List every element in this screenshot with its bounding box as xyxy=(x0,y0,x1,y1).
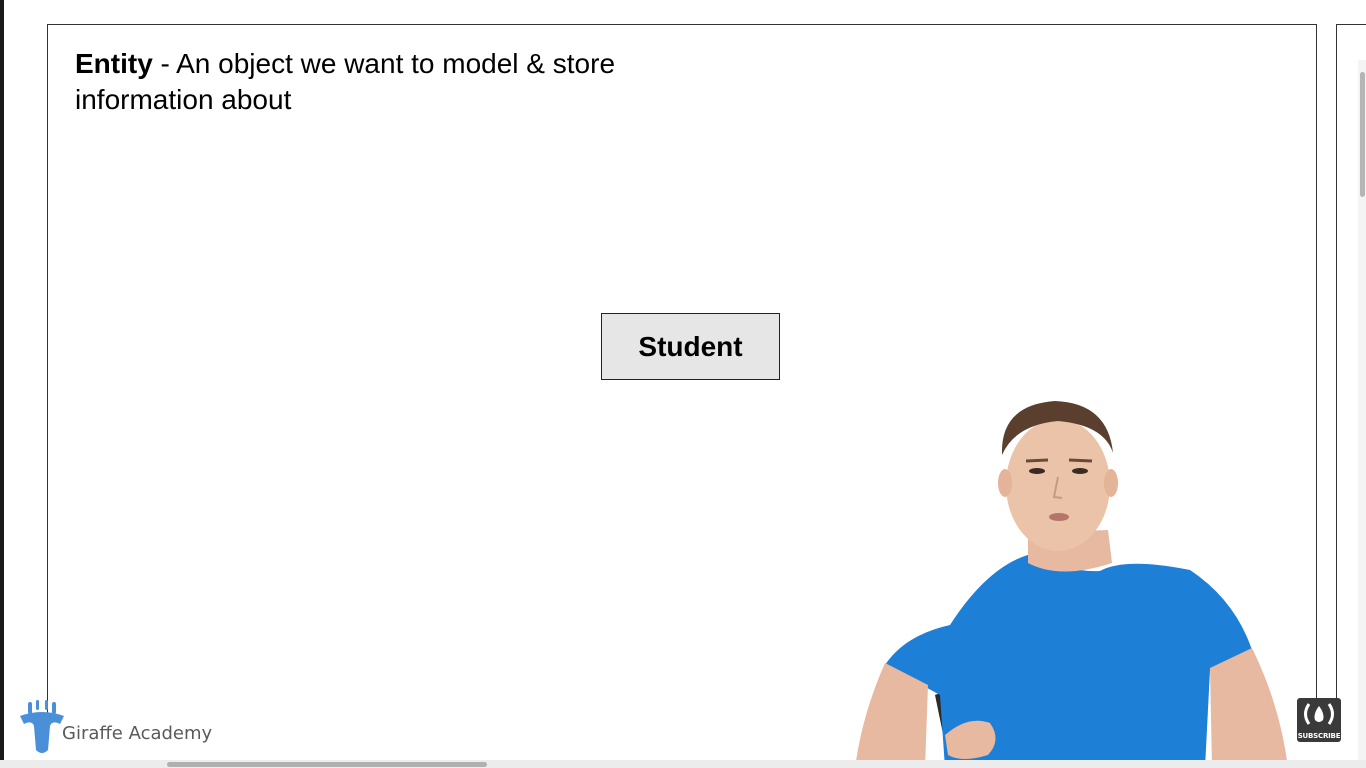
channel-branding: Giraffe Academy xyxy=(18,700,212,754)
entity-label: Student xyxy=(638,330,743,362)
horizontal-scrollbar-thumb[interactable] xyxy=(167,762,487,767)
subscribe-label: SUBSCRIBE xyxy=(1297,732,1341,740)
entity-box-student: Student xyxy=(601,313,780,380)
heading-definition: - An object we want to model & store inf… xyxy=(75,48,616,115)
channel-name: Giraffe Academy xyxy=(62,723,213,744)
heading-term: Entity xyxy=(75,48,153,79)
freecodecamp-icon xyxy=(1304,703,1334,725)
subscribe-button[interactable]: SUBSCRIBE xyxy=(1297,698,1341,742)
frame-left-edge xyxy=(0,0,4,768)
slide-heading: Entity - An object we want to model & st… xyxy=(75,46,635,118)
giraffe-icon xyxy=(20,700,64,753)
video-frame: Entity - An object we want to model & st… xyxy=(0,0,1366,768)
vertical-scrollbar-thumb[interactable] xyxy=(1360,72,1365,197)
presenter-video xyxy=(855,401,1288,768)
